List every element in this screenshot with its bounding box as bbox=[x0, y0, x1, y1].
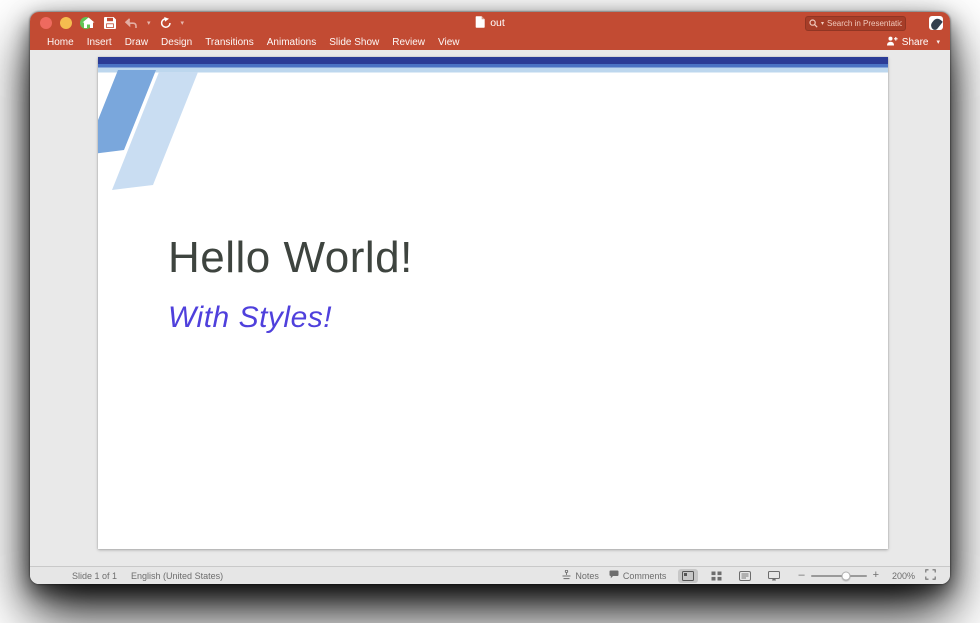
tab-draw[interactable]: Draw bbox=[125, 37, 148, 48]
comments-icon bbox=[609, 570, 619, 581]
titlebar: ▾ ▾ out ▾ Search in Presentation bbox=[30, 12, 950, 34]
search-placeholder: Search in Presentation bbox=[827, 19, 902, 28]
document-title-area: out bbox=[475, 12, 505, 34]
share-button[interactable]: Share ▾ bbox=[886, 34, 940, 50]
zoom-percentage[interactable]: 200% bbox=[889, 571, 915, 581]
undo-dropdown-icon[interactable]: ▾ bbox=[147, 20, 151, 27]
redo-icon[interactable] bbox=[160, 17, 172, 29]
undo-icon[interactable] bbox=[125, 17, 138, 29]
zoom-slider-thumb[interactable] bbox=[841, 571, 851, 580]
view-switcher bbox=[678, 568, 784, 583]
document-proxy-icon[interactable] bbox=[475, 15, 485, 31]
document-title: out bbox=[490, 17, 505, 29]
home-icon[interactable] bbox=[82, 17, 95, 29]
tab-slide-show[interactable]: Slide Show bbox=[329, 37, 379, 48]
customize-toolbar-icon[interactable]: ▾ bbox=[181, 20, 185, 27]
zoom-control: – + bbox=[798, 570, 879, 581]
search-scope-chevron-icon: ▾ bbox=[821, 20, 825, 27]
share-person-icon bbox=[886, 36, 898, 49]
slide-canvas[interactable]: Hello World! With Styles! bbox=[98, 57, 888, 549]
comments-label: Comments bbox=[622, 570, 667, 581]
zoom-out-button[interactable]: – bbox=[798, 570, 804, 581]
tab-design[interactable]: Design bbox=[161, 37, 192, 48]
status-bar: Slide 1 of 1 English (United States) Not… bbox=[30, 566, 950, 584]
powerpoint-window: ▾ ▾ out ▾ Search in Presentation Home In… bbox=[30, 12, 950, 584]
account-avatar-icon[interactable] bbox=[929, 16, 943, 30]
tab-home[interactable]: Home bbox=[47, 37, 74, 48]
minimize-button[interactable] bbox=[60, 17, 72, 29]
slide-subtitle-text[interactable]: With Styles! bbox=[168, 301, 332, 335]
tab-transitions[interactable]: Transitions bbox=[205, 37, 254, 48]
tab-review[interactable]: Review bbox=[392, 37, 425, 48]
fit-slide-to-window-button[interactable] bbox=[925, 569, 936, 582]
notes-button[interactable]: Notes bbox=[562, 569, 599, 582]
save-icon[interactable] bbox=[104, 17, 116, 29]
comments-button[interactable]: Comments bbox=[609, 570, 667, 581]
slide-show-view-button[interactable] bbox=[764, 569, 784, 583]
ribbon-tab-row: Home Insert Draw Design Transitions Anim… bbox=[30, 34, 950, 50]
share-label: Share bbox=[901, 36, 929, 48]
tab-insert[interactable]: Insert bbox=[87, 37, 112, 48]
share-chevron-icon: ▾ bbox=[936, 39, 940, 46]
search-input[interactable]: ▾ Search in Presentation bbox=[805, 16, 906, 31]
slide-workspace: Hello World! With Styles! bbox=[30, 50, 950, 566]
normal-view-button[interactable] bbox=[678, 568, 699, 583]
close-button[interactable] bbox=[40, 17, 52, 29]
slide-counter: Slide 1 of 1 bbox=[72, 570, 118, 581]
zoom-in-button[interactable]: + bbox=[873, 570, 879, 581]
notes-label: Notes bbox=[575, 570, 599, 581]
notes-icon bbox=[562, 569, 571, 582]
quick-access-toolbar: ▾ ▾ bbox=[82, 12, 184, 34]
search-icon bbox=[809, 15, 818, 33]
zoom-slider[interactable] bbox=[810, 571, 867, 580]
language-indicator[interactable]: English (United States) bbox=[131, 571, 223, 581]
slide-title-text[interactable]: Hello World! bbox=[168, 233, 413, 283]
tab-view[interactable]: View bbox=[438, 37, 460, 48]
desktop-background: ▾ ▾ out ▾ Search in Presentation Home In… bbox=[0, 0, 980, 623]
tab-animations[interactable]: Animations bbox=[267, 37, 316, 48]
reading-view-button[interactable] bbox=[735, 569, 755, 583]
slide-sorter-view-button[interactable] bbox=[707, 569, 726, 583]
